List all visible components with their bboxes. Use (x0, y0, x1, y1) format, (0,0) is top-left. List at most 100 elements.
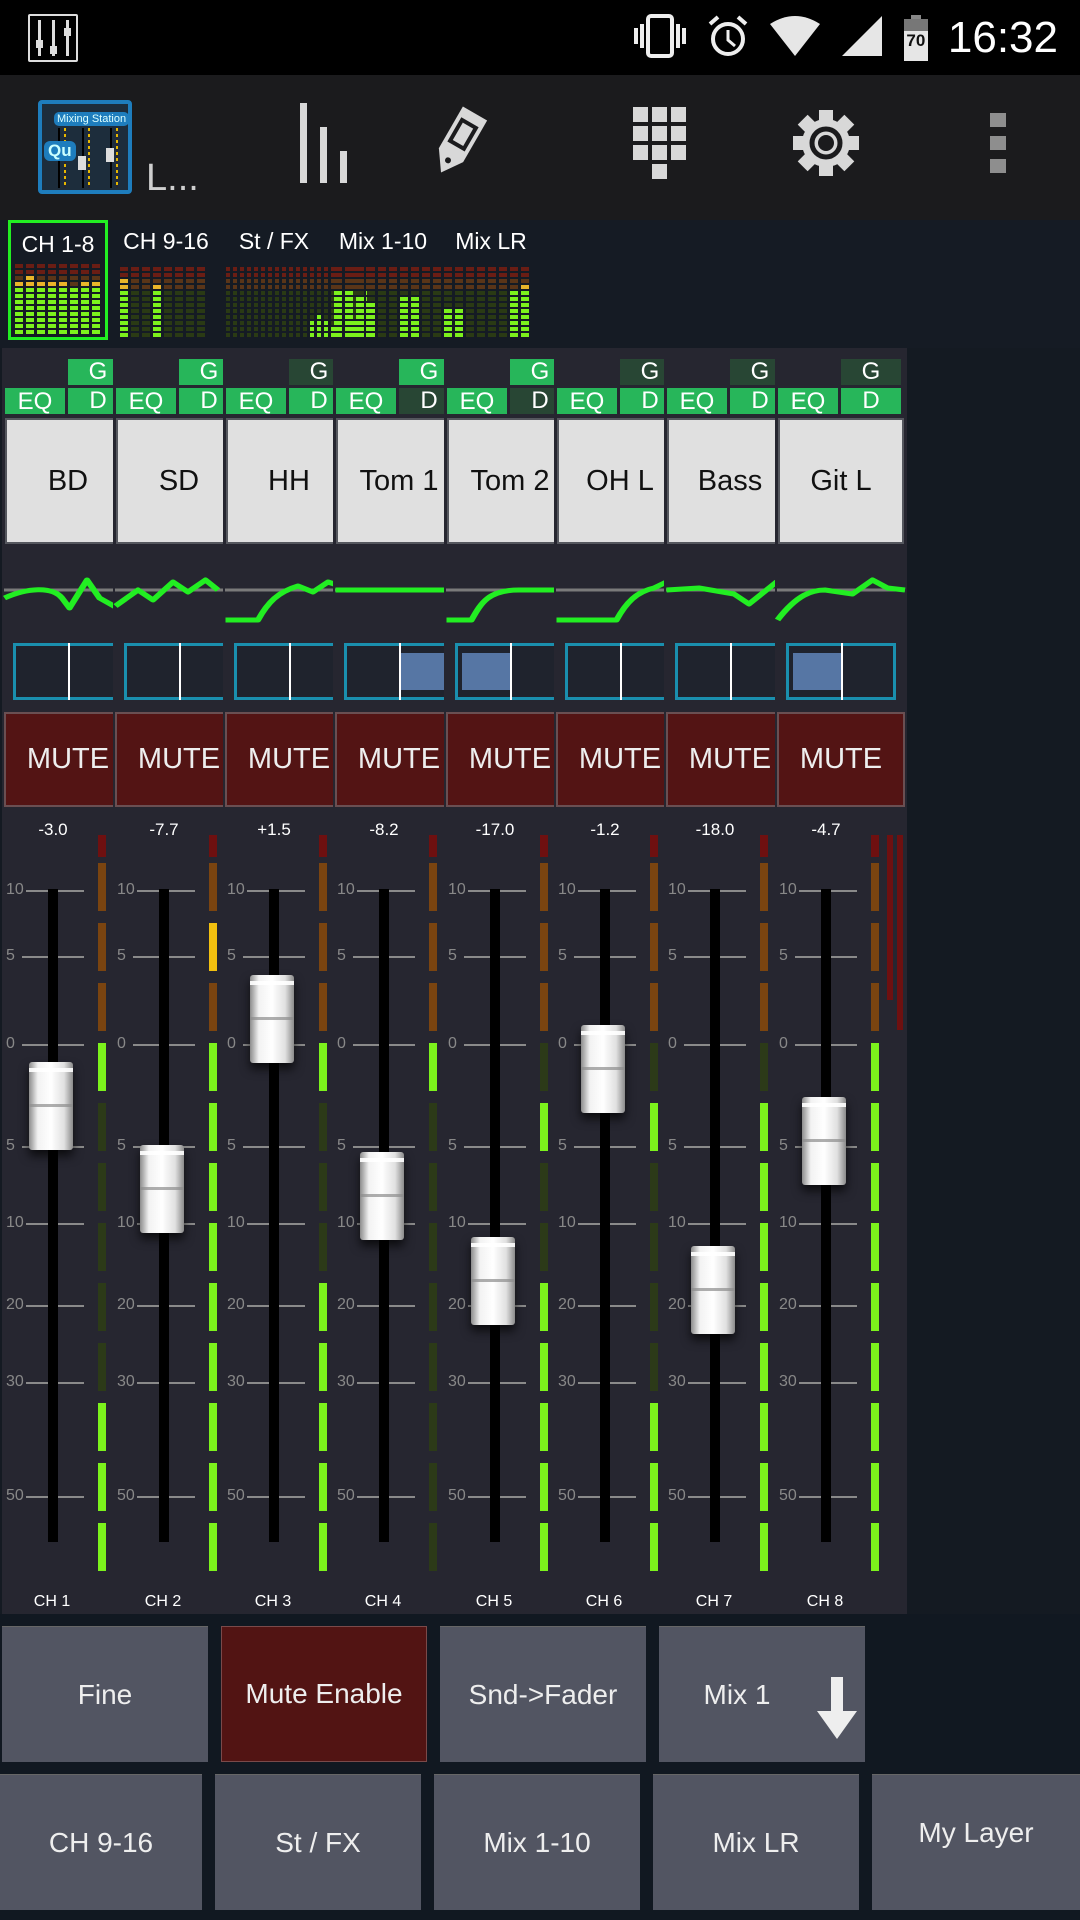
fader-scale-label: 5 (779, 1137, 790, 1155)
fine-button[interactable]: Fine (2, 1626, 208, 1762)
meters-button[interactable] (274, 95, 374, 195)
fader-scale-label: 20 (448, 1296, 468, 1314)
mini-meter (275, 267, 279, 337)
meter-segment-green (650, 1043, 658, 1091)
bar-meter-icon (294, 101, 354, 190)
layer-button-my-layer[interactable]: My Layer (872, 1774, 1080, 1910)
pan-control[interactable] (786, 643, 896, 700)
gr-meter-2 (897, 835, 903, 1030)
fader-scale-label: 10 (6, 1214, 26, 1232)
meter-segment-green (319, 1523, 327, 1571)
layer-button-mix-lr[interactable]: Mix LR (653, 1774, 859, 1910)
meter-segment-green (429, 1403, 437, 1451)
fader-knob[interactable] (360, 1152, 404, 1241)
gr-meter-1 (887, 835, 893, 1000)
meter-segment-orange (98, 863, 106, 911)
meter-segment-clip (429, 835, 437, 857)
eq-button[interactable]: EQ (447, 388, 507, 414)
eq-button[interactable]: EQ (226, 388, 286, 414)
mini-meter (466, 267, 474, 337)
fader-scale-label: 10 (117, 881, 137, 899)
mini-meter (317, 267, 321, 337)
fader-value: -1.2 (590, 820, 620, 839)
pan-control[interactable] (675, 643, 785, 700)
meter-segment-orange (760, 863, 768, 911)
eq-button[interactable]: EQ (5, 388, 65, 414)
layer-tab-mix-1-10[interactable]: Mix 1-10 (330, 220, 441, 340)
meter-segment-clip (209, 835, 217, 857)
app-logo[interactable]: Mixing Station Qu (38, 100, 132, 194)
fader-knob[interactable] (140, 1144, 184, 1233)
layer-tab-mix-lr[interactable]: Mix LR (440, 220, 542, 340)
fader-scale-label: 10 (558, 1214, 578, 1232)
fader-knob[interactable] (802, 1096, 846, 1185)
layer-tab-label: CH 9-16 (123, 228, 209, 254)
meter-segment-green (209, 1283, 217, 1331)
mix-select-button[interactable]: Mix 1 (659, 1626, 865, 1762)
fader-track[interactable] (821, 889, 831, 1542)
send-to-fader-button[interactable]: Snd->Fader (440, 1626, 646, 1762)
meter-segment-green (98, 1163, 106, 1211)
meter-segment-clip (319, 835, 327, 857)
fader-knob[interactable] (691, 1245, 735, 1334)
mute-button[interactable]: MUTE (777, 712, 905, 807)
meter-segment-green (209, 1163, 217, 1211)
pan-control[interactable] (455, 643, 565, 700)
meter-segment-orange (429, 923, 437, 971)
meter-segment-green (319, 1463, 327, 1511)
pan-control[interactable] (344, 643, 454, 700)
mini-meter (81, 264, 89, 334)
settings-button[interactable] (776, 95, 876, 195)
fader-scale-label: 10 (448, 1214, 468, 1232)
eq-button[interactable]: EQ (116, 388, 176, 414)
meter-segment-green (209, 1043, 217, 1091)
layer-tab-ch-1-8[interactable]: CH 1-8 (8, 220, 108, 340)
meter-segment-orange (650, 863, 658, 911)
keypad-button[interactable] (610, 95, 710, 195)
overflow-menu-button[interactable] (948, 95, 1048, 195)
fader-track[interactable] (48, 889, 58, 1542)
meter-segment-green (650, 1463, 658, 1511)
pan-control[interactable] (565, 643, 675, 700)
layer-button-st-fx[interactable]: St / FX (215, 1774, 421, 1910)
fader-value: -4.7 (811, 820, 841, 839)
eq-button[interactable]: EQ (667, 388, 727, 414)
fader-knob[interactable] (471, 1237, 515, 1326)
channel-number-label: CH 5 (475, 1593, 513, 1610)
fader-track[interactable] (710, 889, 720, 1542)
fader-knob[interactable] (29, 1062, 73, 1151)
meter-segment-green (209, 1463, 217, 1511)
meter-segment-green (871, 1163, 879, 1211)
pan-control[interactable] (13, 643, 123, 700)
fader-scale-label: 20 (227, 1296, 247, 1314)
mini-meter (282, 267, 286, 337)
mute-enable-button[interactable]: Mute Enable (221, 1626, 427, 1762)
meter-segment-green (319, 1343, 327, 1391)
eq-curve-graph[interactable] (775, 548, 907, 638)
meter-segment-clip (540, 835, 548, 857)
mixer-name: L... (146, 157, 199, 199)
meter-segment-green (98, 1343, 106, 1391)
pan-control[interactable] (124, 643, 234, 700)
layer-tab-st-fx[interactable]: St / FX (222, 220, 370, 340)
tag-button[interactable] (408, 95, 508, 195)
layer-button-label: St / FX (275, 1826, 361, 1858)
fader-knob[interactable] (250, 974, 294, 1063)
pan-control[interactable] (234, 643, 344, 700)
eq-button[interactable]: EQ (778, 388, 838, 414)
layer-tab-ch-9-16[interactable]: CH 9-16 (116, 220, 216, 340)
dynamics-button[interactable]: D (841, 388, 901, 414)
meter-segment-orange (540, 863, 548, 911)
fader-scale-label: 0 (227, 1035, 238, 1053)
channel-name-button[interactable]: Git L (778, 418, 904, 544)
layer-button-mix-1-10[interactable]: Mix 1-10 (434, 1774, 640, 1910)
fader-track[interactable] (490, 889, 500, 1542)
fader-track[interactable] (600, 889, 610, 1542)
eq-button[interactable]: EQ (557, 388, 617, 414)
fader-scale-label: 10 (117, 1214, 137, 1232)
eq-button[interactable]: EQ (336, 388, 396, 414)
fader-knob[interactable] (581, 1025, 625, 1114)
mini-meter (175, 267, 183, 337)
gate-button[interactable]: G (841, 359, 901, 385)
layer-button-ch-9-16[interactable]: CH 9-16 (0, 1774, 202, 1910)
